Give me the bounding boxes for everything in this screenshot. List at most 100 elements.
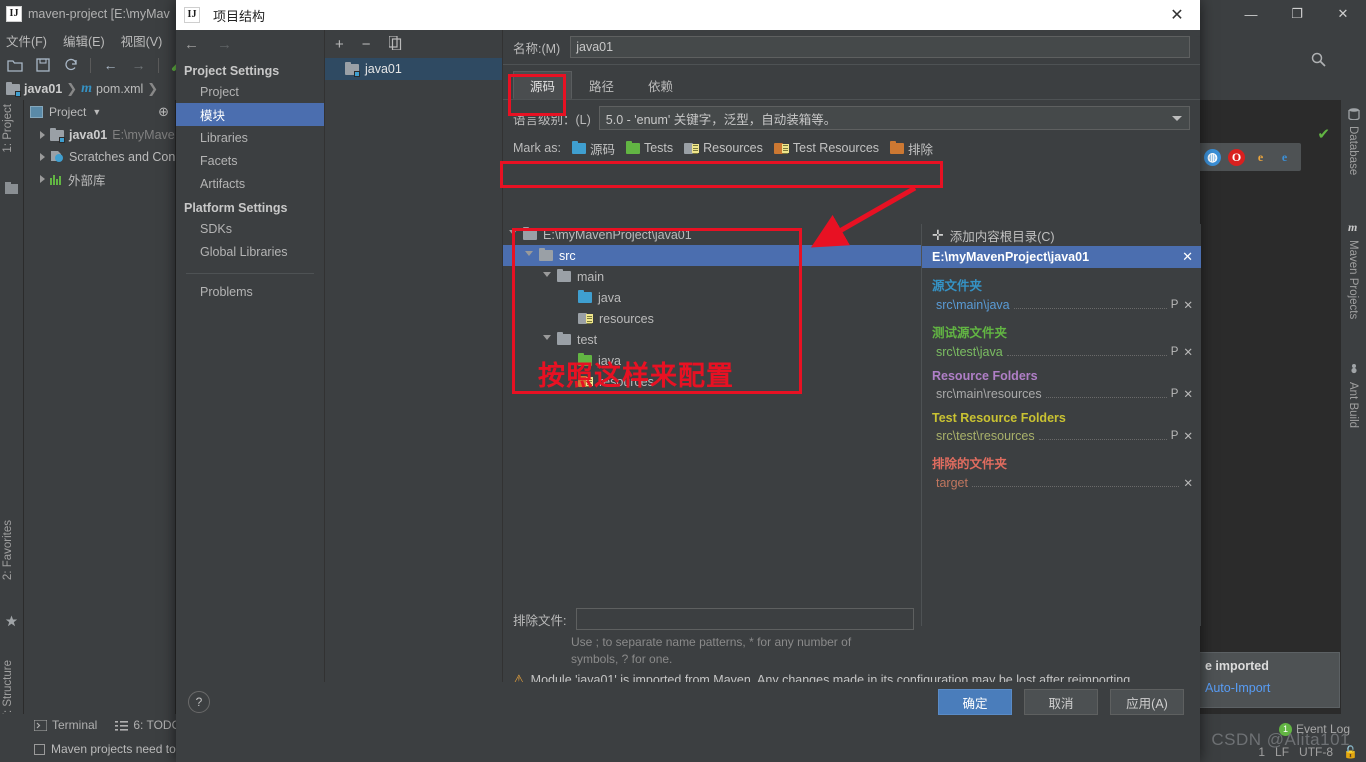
sidebar-item-artifacts[interactable]: Artifacts (176, 172, 324, 195)
folder-row-src-main-java[interactable]: src\main\java P ✕ (922, 295, 1201, 315)
expand-arrow-icon-2[interactable] (40, 153, 45, 161)
strip-label-ant[interactable]: Ant Build (1347, 382, 1359, 428)
language-level-select[interactable]: 5.0 - 'enum' 关键字，泛型，自动装箱等。 (598, 106, 1190, 130)
settings-gear-icon[interactable]: ⊕ (158, 104, 169, 120)
expand-arrow-icon-3[interactable] (40, 175, 45, 183)
mark-as-excluded-label: 排除 (908, 142, 934, 157)
sidebar-item-project[interactable]: Project (176, 80, 324, 103)
help-button[interactable]: ? (188, 691, 210, 713)
sidebar-item-libraries[interactable]: Libraries (176, 126, 324, 149)
module-name-input[interactable]: java01 (570, 36, 1190, 58)
project-tree-item-external-libs[interactable]: 外部库 (24, 168, 175, 190)
collapse-arrow-icon-4[interactable] (543, 335, 551, 344)
strip-label-maven[interactable]: Maven Projects (1347, 240, 1359, 319)
status-encoding[interactable]: UTF-8 (1299, 745, 1333, 759)
opera-icon[interactable]: O (1228, 148, 1245, 166)
lock-icon[interactable]: 🔓 (1343, 745, 1358, 759)
remove-folder-icon[interactable]: ✕ (1183, 298, 1193, 312)
properties-icon[interactable]: P (1171, 299, 1179, 311)
tree-row-src[interactable]: src (503, 245, 921, 266)
remove-folder-icon-4[interactable]: ✕ (1183, 429, 1193, 443)
remove-folder-icon-3[interactable]: ✕ (1183, 387, 1193, 401)
tab-dependencies[interactable]: 依赖 (631, 71, 690, 99)
menu-item-file[interactable]: 文件(F) (6, 31, 47, 50)
properties-icon-2[interactable]: P (1171, 346, 1179, 358)
collapse-arrow-icon-3[interactable] (543, 272, 551, 281)
apply-button[interactable]: 应用(A) (1110, 689, 1184, 715)
close-icon[interactable]: ✕ (1320, 0, 1366, 28)
menu-item-view[interactable]: 视图(V) (121, 31, 163, 50)
strip-label-project[interactable]: 1: Project (2, 104, 14, 153)
mark-as-sources-button[interactable]: 源码 (571, 139, 615, 158)
sidebar-item-modules[interactable]: 模块 (176, 103, 324, 126)
tree-row-test[interactable]: test (503, 329, 921, 350)
sidebar-item-global-libraries[interactable]: Global Libraries (176, 240, 324, 263)
maximize-icon[interactable]: ❐ (1274, 0, 1320, 28)
sidebar-item-problems[interactable]: Problems (176, 280, 324, 303)
save-icon[interactable] (34, 57, 51, 74)
strip-label-favorites[interactable]: 2: Favorites (2, 520, 14, 580)
mark-as-tests-button[interactable]: Tests (625, 140, 673, 155)
folder-row-src-main-resources[interactable]: src\main\resources P ✕ (922, 384, 1201, 404)
tab-sources[interactable]: 源码 (513, 71, 573, 99)
nav-divider (186, 273, 314, 274)
ok-button[interactable]: 确定 (938, 689, 1012, 715)
tree-row-content-root[interactable]: E:\myMavenProject\java01 (503, 224, 921, 245)
cancel-button[interactable]: 取消 (1024, 689, 1098, 715)
edge-icon[interactable]: e (1276, 149, 1293, 166)
tree-row-main-resources[interactable]: resources (503, 308, 921, 329)
search-icon[interactable] (1311, 52, 1326, 71)
excluded-files-input[interactable] (576, 608, 915, 630)
tree-row-label-2: src (559, 248, 576, 263)
collapse-arrow-icon[interactable] (509, 230, 517, 239)
bottom-tool-todo[interactable]: 6: TODO (115, 718, 181, 732)
expand-arrow-icon[interactable] (40, 131, 45, 139)
internet-explorer-icon[interactable]: e (1252, 149, 1269, 166)
status-line-separator[interactable]: LF (1275, 745, 1289, 759)
module-list-item-java01[interactable]: java01 (325, 58, 502, 80)
folder-row-src-test-resources[interactable]: src\test\resources P ✕ (922, 426, 1201, 446)
tab-paths[interactable]: 路径 (572, 71, 631, 99)
remove-folder-icon-5[interactable]: ✕ (1183, 476, 1193, 490)
copy-module-icon[interactable] (387, 34, 402, 53)
add-module-button[interactable]: + (335, 37, 344, 52)
strip-label-structure[interactable]: 7: Structure (2, 660, 14, 719)
tree-row-main[interactable]: main (503, 266, 921, 287)
breadcrumb-item-pom[interactable]: pom.xml (96, 82, 143, 96)
breadcrumb-item-module[interactable]: java01 (24, 82, 62, 96)
minimize-icon[interactable]: — (1228, 0, 1274, 28)
menu-item-edit[interactable]: 编辑(E) (63, 31, 105, 50)
remove-module-button[interactable]: − (362, 37, 371, 52)
chevron-down-icon[interactable]: ▼ (92, 107, 101, 117)
mark-as-test-resources-button[interactable]: Test Resources (773, 141, 879, 155)
folder-row-src-test-java[interactable]: src\test\java P ✕ (922, 342, 1201, 362)
sidebar-item-sdks[interactable]: SDKs (176, 217, 324, 240)
status-caret-position[interactable]: 1 (1258, 745, 1265, 759)
back-arrow-icon[interactable]: ← (102, 57, 119, 74)
nav-back-icon[interactable]: ← (184, 36, 199, 53)
remove-folder-icon-2[interactable]: ✕ (1183, 345, 1193, 359)
tree-row-main-java[interactable]: java (503, 287, 921, 308)
safari-icon[interactable]: ◍ (1204, 148, 1221, 166)
sync-icon[interactable] (62, 57, 79, 74)
notification-link-auto-import[interactable]: Auto-Import (1205, 681, 1331, 695)
properties-icon-4[interactable]: P (1171, 430, 1179, 442)
sidebar-item-facets[interactable]: Facets (176, 149, 324, 172)
bottom-tool-terminal[interactable]: Terminal (34, 718, 97, 732)
mark-as-excluded-button[interactable]: 排除 (890, 139, 933, 158)
dialog-close-icon[interactable]: ✕ (1154, 0, 1200, 30)
content-root-header[interactable]: E:\myMavenProject\java01 ✕ (922, 246, 1201, 268)
nav-forward-icon[interactable]: → (217, 36, 232, 53)
strip-label-database[interactable]: Database (1347, 126, 1359, 175)
add-content-root-button[interactable]: ✛ 添加内容根目录(C) (922, 224, 1201, 246)
folder-row-target[interactable]: target ✕ (922, 473, 1201, 493)
properties-icon-3[interactable]: P (1171, 388, 1179, 400)
mark-as-resources-button[interactable]: Resources (684, 141, 763, 155)
remove-content-root-icon[interactable]: ✕ (1182, 249, 1193, 265)
open-folder-icon[interactable] (6, 57, 23, 74)
project-tree-item-java01[interactable]: java01 E:\myMave (24, 124, 175, 146)
plus-icon: ✛ (932, 226, 944, 243)
forward-arrow-icon[interactable]: → (130, 57, 147, 74)
collapse-arrow-icon-2[interactable] (525, 251, 533, 260)
project-tree-item-scratches[interactable]: Scratches and Con (24, 146, 175, 168)
